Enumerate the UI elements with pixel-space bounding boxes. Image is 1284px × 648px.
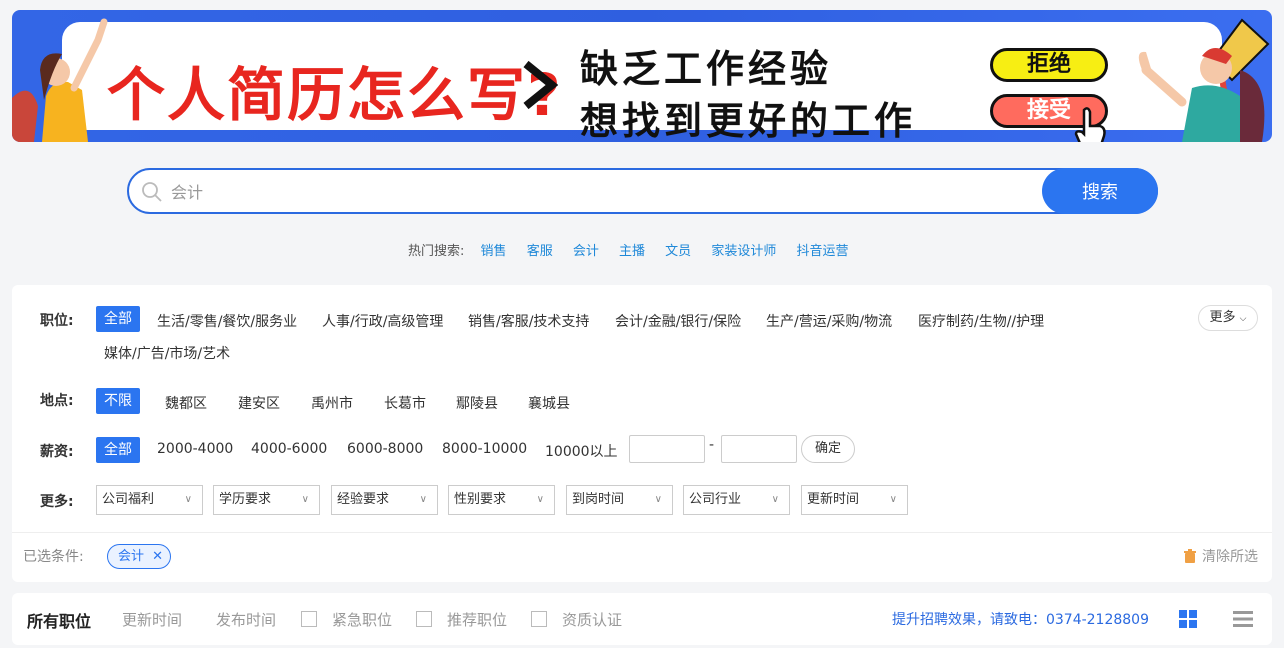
dropdown-label: 学历要求 (219, 492, 272, 507)
all-jobs-tab[interactable]: 所有职位 (27, 608, 91, 632)
dropdown-label: 更新时间 (807, 492, 860, 507)
hot-search-link[interactable]: 主播 (619, 244, 645, 259)
position-option[interactable]: 销售/客服/技术支持 (468, 311, 589, 331)
recommended-label: 推荐职位 (447, 611, 508, 629)
chevron-down-icon: ∨ (654, 494, 662, 505)
certified-label: 资质认证 (562, 611, 623, 629)
woman-megaphone-illustration (1138, 18, 1270, 142)
dropdown-label: 公司行业 (689, 492, 742, 507)
location-all-option[interactable]: 不限 (96, 388, 140, 414)
chevron-right-icon (523, 60, 558, 110)
clear-all-button[interactable]: 清除所选 (1184, 546, 1258, 566)
salary-option[interactable]: 10000以上 (545, 441, 618, 461)
trash-icon (1184, 549, 1196, 563)
position-all-option[interactable]: 全部 (96, 306, 140, 332)
hot-search-label: 热门搜索: (408, 244, 465, 259)
gender-dropdown[interactable]: 性别要求 ∨ (448, 485, 555, 515)
more-button-label: 更多 (1209, 310, 1236, 325)
salary-max-input[interactable] (721, 435, 797, 463)
chevron-down-icon: ⌵ (1239, 314, 1247, 324)
industry-dropdown[interactable]: 公司行业 ∨ (683, 485, 790, 515)
salary-option[interactable]: 6000-8000 (347, 441, 423, 457)
hot-search-link[interactable]: 家装设计师 (711, 244, 776, 259)
location-label: 地点: (40, 393, 74, 409)
search-bar: 搜索 (127, 168, 1158, 214)
position-option[interactable]: 医疗制药/生物//护理 (918, 311, 1044, 331)
sort-publish-time[interactable]: 发布时间 (216, 609, 276, 630)
chevron-down-icon: ∨ (184, 494, 192, 505)
hot-search-link[interactable]: 文员 (665, 244, 691, 259)
start-time-dropdown[interactable]: 到岗时间 ∨ (566, 485, 673, 515)
position-option[interactable]: 媒体/广告/市场/艺术 (104, 343, 230, 363)
list-view-icon[interactable] (1233, 609, 1253, 629)
position-option[interactable]: 生活/零售/餐饮/服务业 (157, 311, 297, 331)
selected-conditions-label: 已选条件: (23, 549, 84, 565)
close-icon[interactable]: ✕ (152, 545, 163, 568)
clear-all-label: 清除所选 (1202, 549, 1258, 565)
update-time-dropdown[interactable]: 更新时间 ∨ (801, 485, 908, 515)
divider (12, 532, 1272, 533)
search-button[interactable]: 搜索 (1042, 168, 1158, 214)
selected-tag-label: 会计 (118, 549, 145, 564)
dropdown-label: 经验要求 (337, 492, 390, 507)
banner-line-1: 缺乏工作经验 (580, 47, 833, 91)
chevron-down-icon: ∨ (536, 494, 544, 505)
chevron-down-icon: ∨ (419, 494, 427, 505)
contact-link[interactable]: 提升招聘效果，请致电：0374-2128809 (892, 609, 1149, 629)
banner-title: 个人简历怎么写? (107, 61, 563, 129)
salary-range-dash: - (709, 437, 715, 453)
more-label: 更多: (40, 494, 74, 510)
location-option[interactable]: 魏都区 (165, 393, 207, 413)
dropdown-label: 公司福利 (102, 492, 155, 507)
location-option[interactable]: 鄢陵县 (456, 393, 498, 413)
position-option[interactable]: 生产/营运/采购/物流 (766, 311, 892, 331)
filter-panel: 职位: 全部 生活/零售/餐饮/服务业 人事/行政/高级管理 销售/客服/技术支… (12, 285, 1272, 582)
salary-all-option[interactable]: 全部 (96, 437, 140, 463)
location-option[interactable]: 长葛市 (384, 393, 426, 413)
position-option[interactable]: 人事/行政/高级管理 (322, 311, 443, 331)
urgent-checkbox[interactable] (301, 611, 317, 627)
position-label: 职位: (40, 313, 74, 329)
more-positions-button[interactable]: 更多 ⌵ (1198, 305, 1258, 331)
salary-option[interactable]: 4000-6000 (251, 441, 327, 457)
banner-line-2: 想找到更好的工作 (580, 99, 917, 142)
promo-banner[interactable]: 个人简历怎么写? 缺乏工作经验 想找到更好的工作 拒绝 接受 (12, 10, 1272, 142)
chevron-down-icon: ∨ (771, 494, 779, 505)
sort-update-time[interactable]: 更新时间 (122, 609, 182, 630)
reject-pill: 拒绝 (990, 48, 1108, 82)
chevron-down-icon: ∨ (889, 494, 897, 505)
salary-option[interactable]: 8000-10000 (442, 441, 527, 457)
position-option[interactable]: 会计/金融/银行/保险 (615, 311, 741, 331)
location-option[interactable]: 建安区 (238, 393, 280, 413)
job-list-toolbar: 所有职位 更新时间 发布时间 紧急职位 推荐职位 资质认证 提升招聘效果，请致电… (12, 593, 1272, 645)
dropdown-label: 性别要求 (454, 492, 507, 507)
recommended-checkbox[interactable] (416, 611, 432, 627)
search-input[interactable] (171, 178, 1031, 204)
selected-tag[interactable]: 会计 ✕ (107, 544, 171, 569)
hot-search-link[interactable]: 客服 (527, 244, 553, 259)
salary-option[interactable]: 2000-4000 (157, 441, 233, 457)
location-option[interactable]: 襄城县 (528, 393, 570, 413)
hot-search-link[interactable]: 销售 (481, 244, 507, 259)
certified-checkbox[interactable] (531, 611, 547, 627)
experience-dropdown[interactable]: 经验要求 ∨ (331, 485, 438, 515)
hot-search: 热门搜索: 销售 客服 会计 主播 文员 家装设计师 抖音运营 (408, 240, 856, 259)
woman-pointing-illustration (12, 18, 108, 142)
salary-label: 薪资: (40, 444, 74, 460)
salary-min-input[interactable] (629, 435, 705, 463)
hot-search-link[interactable]: 抖音运营 (796, 244, 848, 259)
hot-search-link[interactable]: 会计 (573, 244, 599, 259)
urgent-label: 紧急职位 (332, 611, 393, 629)
location-option[interactable]: 禹州市 (311, 393, 353, 413)
salary-confirm-button[interactable]: 确定 (801, 435, 855, 463)
welfare-dropdown[interactable]: 公司福利 ∨ (96, 485, 203, 515)
hand-cursor-icon (1074, 107, 1106, 142)
grid-view-icon[interactable] (1178, 609, 1198, 629)
chevron-down-icon: ∨ (301, 494, 309, 505)
dropdown-label: 到岗时间 (572, 492, 625, 507)
education-dropdown[interactable]: 学历要求 ∨ (213, 485, 320, 515)
search-icon (142, 182, 162, 202)
